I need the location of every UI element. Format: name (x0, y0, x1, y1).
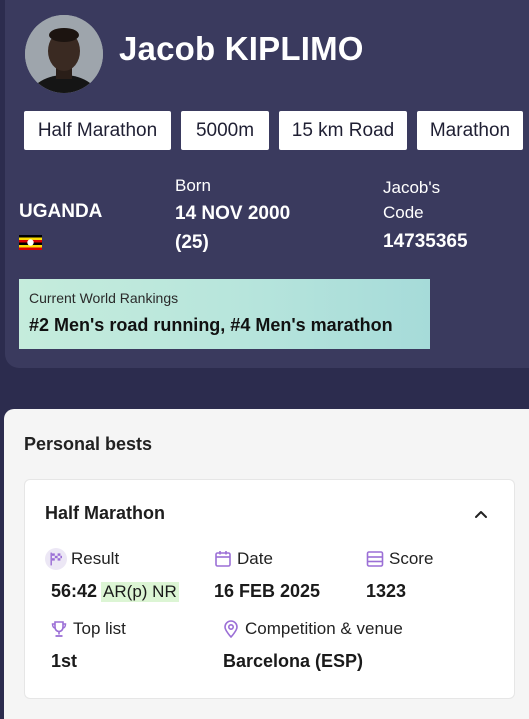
result-value: 56:42 (51, 581, 98, 601)
country-name: UGANDA (19, 201, 103, 222)
location-pin-icon (224, 620, 238, 639)
born-label: Born (175, 176, 211, 195)
discipline-tag-marathon[interactable]: Marathon (417, 111, 523, 150)
discipline-tag-5000m[interactable]: 5000m (181, 111, 269, 150)
personal-bests-panel: Personal bests Half Marathon Result 56:4… (4, 409, 529, 719)
discipline-tag-half-marathon[interactable]: Half Marathon (24, 111, 171, 150)
athlete-name: Jacob KIPLIMO (119, 30, 364, 67)
date-label: Date (237, 549, 273, 568)
result-label: Result (71, 549, 120, 568)
world-rankings-value: #2 Men's road running, #4 Men's marathon (29, 315, 393, 335)
personal-bests-title: Personal bests (24, 434, 153, 454)
date-label-row: Date (213, 549, 273, 569)
born-date: 14 NOV 2000 (175, 203, 291, 224)
scoreboard-icon (366, 551, 384, 567)
score-label-row: Score (365, 549, 433, 569)
result-label-row: Result (45, 548, 119, 570)
trophy-icon (51, 621, 67, 637)
checkered-flag-icon (45, 548, 67, 570)
code-label-line1: Jacob's (383, 178, 441, 197)
pb-event-title[interactable]: Half Marathon (45, 503, 165, 524)
world-rankings-label: Current World Rankings (29, 290, 179, 306)
athlete-photo (25, 15, 103, 93)
score-label: Score (389, 549, 434, 568)
result-value-row: 56:42 AR(p) NR (51, 581, 179, 602)
chevron-up-icon[interactable] (474, 507, 488, 521)
personal-best-card: Half Marathon Result 56:42 AR(p) NR Date… (24, 479, 515, 699)
venue-value: Barcelona (ESP) (223, 651, 364, 671)
born-age: (25) (175, 232, 209, 253)
toplist-label: Top list (73, 619, 126, 638)
world-rankings-box: Current World Rankings #2 Men's road run… (19, 279, 430, 349)
calendar-icon (215, 551, 231, 567)
athlete-code: 14735365 (383, 231, 468, 252)
toplist-value: 1st (51, 651, 78, 671)
venue-label: Competition & venue (245, 619, 403, 638)
discipline-tag-15km-road[interactable]: 15 km Road (279, 111, 407, 150)
venue-label-row: Competition & venue (221, 619, 403, 639)
date-value: 16 FEB 2025 (214, 581, 321, 601)
code-label-line2: Code (383, 203, 424, 222)
toplist-label-row: Top list (49, 619, 126, 639)
uganda-flag-icon (19, 235, 42, 250)
record-badge: AR(p) NR (101, 582, 179, 602)
avatar (25, 15, 103, 93)
score-value: 1323 (366, 581, 407, 601)
